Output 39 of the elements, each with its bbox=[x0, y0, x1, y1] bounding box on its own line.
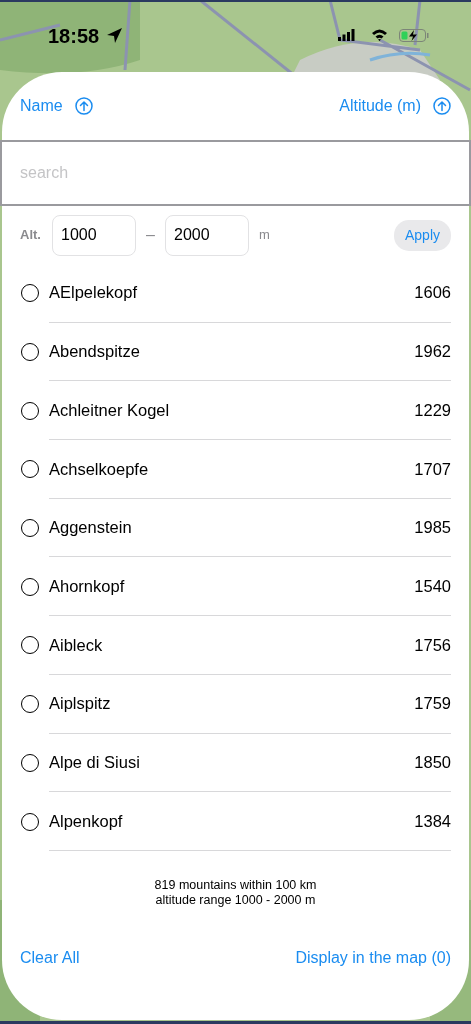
sort-ascending-icon bbox=[433, 97, 451, 115]
mountain-name[interactable]: Abendspitze bbox=[49, 339, 140, 364]
signal-icon bbox=[338, 29, 355, 41]
mountain-name[interactable]: Aibleck bbox=[49, 632, 103, 658]
footer-button[interactable]: Clear All bbox=[20, 945, 80, 970]
altitude-value: 1384 bbox=[414, 810, 451, 832]
summary-text: 819 mountains within 100 km bbox=[153, 877, 318, 893]
altitude-value: 1229 bbox=[414, 399, 451, 421]
mountain-name[interactable]: Aiplspitz bbox=[49, 691, 111, 717]
altitude-value: 1707 bbox=[414, 458, 451, 480]
mountain-name[interactable]: Achleitner Kogel bbox=[49, 397, 170, 423]
altitude-value: 1756 bbox=[414, 634, 451, 656]
mountain-name[interactable]: Ahornkopf bbox=[49, 573, 125, 599]
max-altitude-field[interactable]: 2000 bbox=[165, 214, 249, 256]
altitude-value: 1962 bbox=[414, 341, 451, 363]
wifi-icon bbox=[371, 28, 388, 41]
battery-icon bbox=[399, 29, 429, 42]
footer-button[interactable]: Display in the map (0) bbox=[295, 945, 451, 970]
mountain-name[interactable]: Alpenkopf bbox=[49, 808, 123, 834]
mountain-name[interactable]: AElpelekopf bbox=[49, 280, 138, 306]
sort-ascending-icon bbox=[74, 97, 93, 115]
status-time: 18:58 bbox=[48, 24, 100, 48]
altitude-value: 1540 bbox=[414, 575, 451, 597]
mountain-name[interactable]: Achselkoepfe bbox=[49, 456, 149, 482]
mountain-name[interactable]: Alpe di Siusi bbox=[49, 749, 140, 775]
location-arrow-icon bbox=[106, 27, 123, 44]
range-separator: – bbox=[145, 225, 156, 245]
altitude-value: 1606 bbox=[414, 282, 451, 304]
unit-label: m bbox=[259, 226, 270, 245]
altitude-value: 1850 bbox=[414, 751, 451, 773]
search-field[interactable]: search bbox=[0, 140, 471, 206]
min-altitude-field[interactable]: 1000 bbox=[52, 214, 136, 256]
altitude-label: Alt. bbox=[20, 226, 42, 245]
sort-header-button[interactable]: Altitude (m) bbox=[339, 94, 451, 118]
altitude-value: 1985 bbox=[414, 517, 451, 539]
mountain-name[interactable]: Aggenstein bbox=[49, 515, 132, 540]
summary-text: altitude range 1000 - 2000 m bbox=[154, 892, 317, 908]
altitude-value: 1759 bbox=[414, 693, 451, 715]
sort-header-button[interactable]: Name bbox=[20, 94, 93, 118]
